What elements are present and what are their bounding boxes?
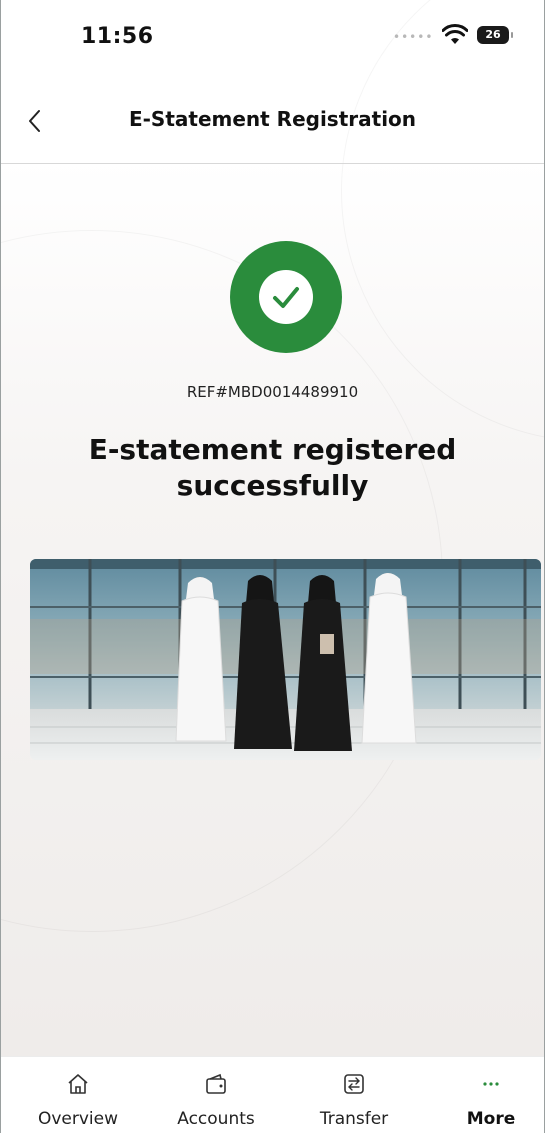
nav-item-more[interactable]: More bbox=[431, 1057, 544, 1133]
app-screen: 11:56 ••••• 26 E-Statement Registration … bbox=[0, 0, 545, 1133]
status-bar: 11:56 ••••• 26 bbox=[1, 0, 544, 80]
success-inner-circle bbox=[259, 270, 313, 324]
bottom-navigation: Overview Accounts Transfer More bbox=[1, 1056, 544, 1133]
transfer-icon bbox=[344, 1074, 364, 1094]
page-header: E-Statement Registration bbox=[1, 80, 544, 164]
nav-label-accounts: Accounts bbox=[177, 1109, 255, 1129]
nav-item-transfer[interactable]: Transfer bbox=[294, 1057, 414, 1133]
status-time: 11:56 bbox=[81, 24, 154, 49]
nav-label-overview: Overview bbox=[37, 1109, 119, 1129]
signal-icon: ••••• bbox=[393, 30, 434, 44]
battery-indicator: 26 bbox=[477, 26, 513, 44]
people-walking-illustration bbox=[30, 559, 541, 760]
success-message: E-statement registered successfully bbox=[61, 432, 484, 504]
success-badge bbox=[230, 241, 342, 353]
nav-item-overview[interactable]: Overview bbox=[18, 1057, 138, 1133]
page-title: E-Statement Registration bbox=[128, 107, 417, 131]
more-dots-icon bbox=[483, 1082, 499, 1086]
wallet-icon bbox=[206, 1073, 226, 1094]
success-message-line1: E-statement registered bbox=[88, 433, 457, 466]
nav-item-accounts[interactable]: Accounts bbox=[156, 1057, 276, 1133]
nav-label-more: More bbox=[466, 1109, 516, 1129]
home-icon bbox=[68, 1074, 88, 1094]
nav-label-transfer: Transfer bbox=[319, 1109, 389, 1129]
promo-banner-image bbox=[30, 559, 541, 760]
success-message-line2: successfully bbox=[176, 469, 369, 502]
check-icon bbox=[273, 287, 299, 308]
reference-number: REF#MBD0014489910 bbox=[186, 383, 359, 401]
wifi-icon bbox=[442, 24, 468, 44]
